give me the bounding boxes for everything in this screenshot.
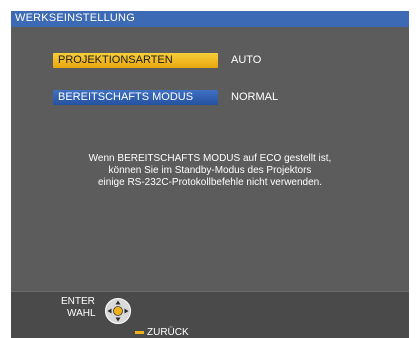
title-bar: WERKSEINSTELLUNG (11, 11, 409, 27)
screen-frame: WERKSEINSTELLUNG PROJEKTIONSARTEN AUTO B… (0, 0, 417, 338)
dpad-icon (105, 298, 131, 324)
menu-item-bereitschafts-modus-value: NORMAL (231, 91, 279, 103)
menu-item-projektionsarten-value: AUTO (231, 54, 262, 66)
info-message-line: können Sie im Standby-Modus des Projekto… (108, 165, 312, 176)
footer-bar: ENTER WAHL ZURÜCK (11, 291, 409, 338)
back-label: ZURÜCK (147, 327, 189, 338)
info-message-line: einige RS-232C-Protokollbefehle nicht ve… (97, 177, 323, 188)
select-label: WAHL (67, 308, 96, 319)
return-icon (135, 331, 144, 334)
info-message-line: Wenn BEREITSCHAFTS MODUS auf ECO gestell… (88, 153, 332, 164)
menu-item-projektionsarten[interactable]: PROJEKTIONSARTEN (53, 53, 218, 68)
menu-item-bereitschafts-modus[interactable]: BEREITSCHAFTS MODUS (53, 90, 218, 105)
window-title: WERKSEINSTELLUNG (15, 12, 135, 24)
menu-content: PROJEKTIONSARTEN AUTO BEREITSCHAFTS MODU… (11, 27, 409, 291)
info-message: Wenn BEREITSCHAFTS MODUS auf ECO gestell… (11, 153, 409, 189)
settings-panel: WERKSEINSTELLUNG PROJEKTIONSARTEN AUTO B… (11, 11, 409, 338)
enter-label: ENTER (61, 296, 95, 307)
